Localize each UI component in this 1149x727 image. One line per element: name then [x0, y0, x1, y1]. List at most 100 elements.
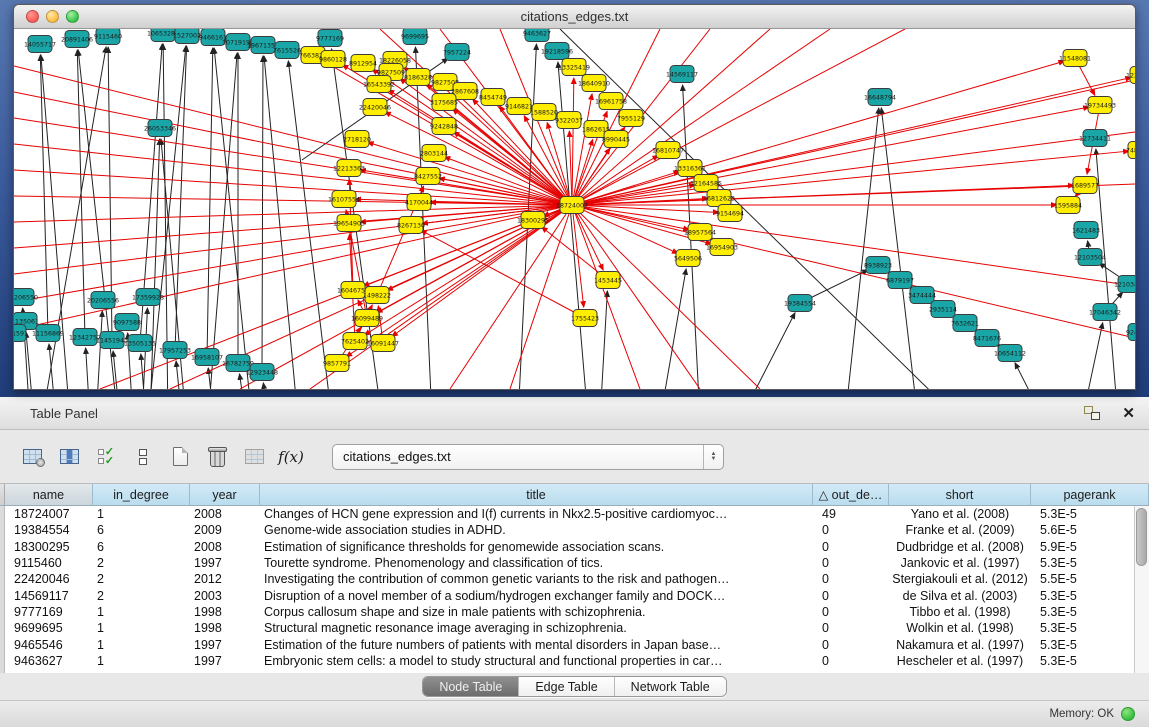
- tab-network-table[interactable]: Network Table: [615, 677, 726, 696]
- graph-node[interactable]: 9245022: [1126, 324, 1135, 341]
- graph-node[interactable]: 19218596: [541, 43, 573, 60]
- graph-node[interactable]: 8990445: [602, 131, 630, 148]
- column-header-in_degree[interactable]: in_degree: [93, 484, 190, 506]
- graph-node[interactable]: 9146821: [505, 98, 533, 115]
- graph-node[interactable]: 11156869: [32, 325, 64, 342]
- table-row[interactable]: 946554611997Estimation of the future num…: [0, 636, 1149, 652]
- column-header-short[interactable]: short: [889, 484, 1031, 506]
- table-row[interactable]: 946362711997Embryonic stem cells: a mode…: [0, 653, 1149, 669]
- graph-node[interactable]: 7615526: [273, 42, 301, 59]
- graph-node[interactable]: 7957224: [443, 44, 471, 61]
- graph-node[interactable]: 17957253: [159, 342, 191, 359]
- column-header-title[interactable]: title: [260, 484, 813, 506]
- table-row[interactable]: 1938455462009Genome-wide association stu…: [0, 522, 1149, 538]
- graph-node[interactable]: 1621483: [1072, 222, 1100, 239]
- graph-node[interactable]: 3175685: [430, 94, 458, 111]
- graph-node[interactable]: 9699695: [401, 29, 429, 45]
- table-row[interactable]: 911546021997Tourette syndrome. Phenomeno…: [0, 555, 1149, 571]
- graph-node[interactable]: 2803144: [420, 145, 448, 162]
- graph-node[interactable]: 17359928: [132, 289, 164, 306]
- select-columns-button[interactable]: ✓✓: [92, 443, 120, 471]
- network-window-titlebar[interactable]: citations_edges.txt: [14, 5, 1135, 29]
- graph-node[interactable]: 4170044: [405, 194, 433, 211]
- graph-node[interactable]: 12164585: [690, 175, 722, 192]
- zoom-window-button[interactable]: [66, 10, 79, 23]
- graph-node[interactable]: 8267130: [397, 217, 425, 234]
- graph-node[interactable]: 3474444: [908, 287, 936, 304]
- graph-node[interactable]: 16107554: [328, 191, 360, 208]
- graph-node[interactable]: 18724007: [556, 197, 588, 214]
- close-window-button[interactable]: [26, 10, 39, 23]
- graph-node[interactable]: 2935114: [929, 301, 957, 318]
- graph-node[interactable]: 9857791: [323, 355, 351, 372]
- graph-node[interactable]: 9777169: [316, 30, 344, 47]
- graph-node[interactable]: 16812623: [703, 190, 735, 207]
- float-panel-icon[interactable]: [1084, 406, 1100, 420]
- graph-node[interactable]: 1595884: [1054, 197, 1082, 214]
- graph-node[interactable]: 11548081: [1059, 50, 1091, 67]
- graph-node[interactable]: 9860128: [319, 51, 347, 68]
- table-settings-button[interactable]: [18, 443, 46, 471]
- table-row[interactable]: 977716911998Corpus callosum shape and si…: [0, 604, 1149, 620]
- graph-node[interactable]: 16648794: [864, 89, 896, 106]
- column-header-pagerank[interactable]: pagerank: [1031, 484, 1149, 506]
- graph-node[interactable]: 8471676: [973, 330, 1001, 347]
- graph-node[interactable]: 12734411: [1079, 130, 1111, 147]
- graph-node[interactable]: 7632621: [951, 315, 979, 332]
- close-panel-icon[interactable]: ✕: [1122, 406, 1135, 421]
- graph-node[interactable]: 16958107: [191, 349, 223, 366]
- graph-node[interactable]: 7625402: [341, 333, 369, 350]
- graph-node[interactable]: 17046342: [1089, 304, 1121, 321]
- graph-node[interactable]: 9115460: [94, 29, 122, 45]
- function-builder-button[interactable]: f(x): [277, 443, 305, 471]
- graph-node[interactable]: 16810747: [652, 142, 684, 159]
- table-row[interactable]: 1872400712008Changes of HCN gene express…: [0, 506, 1149, 522]
- table-row[interactable]: 2242004622012Investigating the contribut…: [0, 571, 1149, 587]
- graph-node[interactable]: 9322037: [555, 112, 583, 129]
- table-row[interactable]: 1456911722003Disruption of a novel membe…: [0, 587, 1149, 603]
- graph-node[interactable]: 16543392: [363, 76, 395, 93]
- graph-node[interactable]: 8912954: [349, 55, 377, 72]
- graph-node[interactable]: 8186328: [404, 69, 432, 86]
- graph-node[interactable]: 22420046: [359, 99, 391, 116]
- graph-node[interactable]: 16961758: [595, 93, 627, 110]
- table-selector-dropdown[interactable]: citations_edges.txt ▲▼: [332, 444, 724, 470]
- show-column-button[interactable]: [55, 443, 83, 471]
- graph-node[interactable]: 1453445: [594, 272, 622, 289]
- graph-node[interactable]: 8454749: [479, 89, 507, 106]
- graph-node[interactable]: 16954903: [706, 239, 738, 256]
- graph-node[interactable]: 12103504: [1074, 249, 1106, 266]
- table-row[interactable]: 1830029562008Estimation of significance …: [0, 539, 1149, 555]
- graph-node[interactable]: 1689577: [1071, 177, 1099, 194]
- graph-node[interactable]: 12103441: [1114, 276, 1135, 293]
- graph-node[interactable]: 1588520: [530, 104, 558, 121]
- graph-node[interactable]: 7485083: [1126, 142, 1135, 159]
- graph-node[interactable]: 14569117: [666, 66, 698, 83]
- table-row[interactable]: 969969511998Structural magnetic resonanc…: [0, 620, 1149, 636]
- graph-node[interactable]: 20206556: [87, 292, 119, 309]
- graph-node[interactable]: 20891406: [61, 31, 93, 48]
- table-scrollbar[interactable]: [1134, 506, 1149, 673]
- graph-node[interactable]: 9097588: [113, 314, 141, 331]
- network-canvas[interactable]: 1405571720891406911546010653287152700294…: [14, 29, 1135, 389]
- graph-node[interactable]: 18957564: [684, 224, 716, 241]
- graph-node[interactable]: 12923448: [246, 364, 278, 381]
- import-table-button[interactable]: [240, 443, 268, 471]
- column-header-year[interactable]: year: [190, 484, 260, 506]
- new-table-button[interactable]: [166, 443, 194, 471]
- delete-table-button[interactable]: [203, 443, 231, 471]
- graph-node[interactable]: 1527002: [173, 29, 201, 44]
- graph-node[interactable]: 12213363: [333, 160, 365, 177]
- graph-node[interactable]: 5649506: [674, 250, 702, 267]
- graph-node[interactable]: 14055717: [24, 36, 56, 53]
- graph-node[interactable]: 18640910: [578, 75, 610, 92]
- tab-edge-table[interactable]: Edge Table: [519, 677, 614, 696]
- graph-node[interactable]: 19734493: [1084, 97, 1116, 114]
- column-header-out_degree[interactable]: △ out_de…: [813, 484, 889, 506]
- graph-node[interactable]: 9463627: [523, 29, 551, 42]
- graph-node[interactable]: 1498222: [363, 287, 391, 304]
- column-header-name[interactable]: name: [5, 484, 93, 506]
- minimize-window-button[interactable]: [46, 10, 59, 23]
- graph-node[interactable]: 26053346: [144, 120, 176, 137]
- graph-node[interactable]: 6879197: [886, 272, 914, 289]
